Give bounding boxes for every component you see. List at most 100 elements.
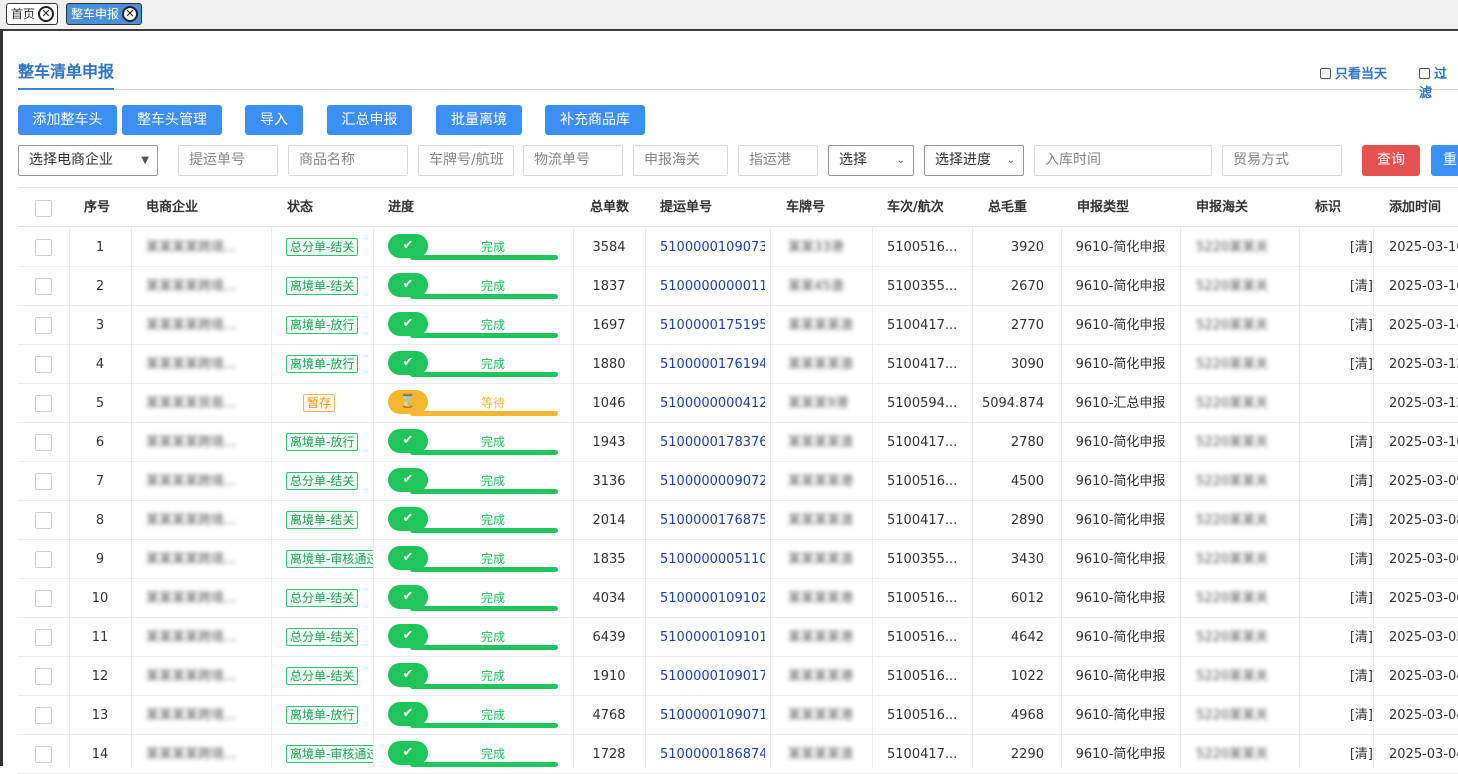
row-checkbox[interactable] <box>35 239 52 256</box>
table-row[interactable]: 3 某某某某跨境... 离境单-放行 ✔ 完成 1697 51000001751952 某某某… <box>18 306 1458 345</box>
generic-select-value: 选择 <box>839 152 867 168</box>
page-title: 整车清单申报 <box>18 62 115 81</box>
row-checkbox[interactable] <box>35 707 52 724</box>
bill-no-link[interactable]: 51000000004123 <box>660 384 765 423</box>
goods-name-input[interactable]: 商品名称 <box>288 145 408 176</box>
bill-no-link[interactable]: 51000001761942 <box>660 345 765 384</box>
row-checkbox[interactable] <box>35 395 52 412</box>
close-icon[interactable]: ✕ <box>38 6 55 22</box>
col-customs: 申报海关 <box>1196 200 1249 215</box>
progress-select[interactable]: 选择进度 ⌄ <box>924 145 1024 176</box>
status-badge: 离境单-放行 <box>286 706 359 724</box>
trade-mode-input[interactable]: 贸易方式 <box>1222 145 1342 176</box>
tab-vehicle-declaration[interactable]: 整车申报 ✕ <box>66 3 143 25</box>
bill-no-link[interactable]: 51000001768758 <box>660 501 765 540</box>
in-time-input[interactable]: 入库时间 <box>1034 145 1212 176</box>
table-row[interactable]: 6 某某某某跨境... 离境单-放行 ✔ 完成 1943 51000001783767 某某某… <box>18 423 1458 462</box>
plate-input[interactable]: 车牌号/航班 <box>418 145 514 176</box>
generic-select[interactable]: 选择 ⌄ <box>828 145 914 176</box>
progress-label: 完成 <box>480 669 505 683</box>
progress-label: 完成 <box>480 240 505 254</box>
table-row[interactable]: 5 某某某某贸易... 暂存 ⌛ 等待 1046 51000000004123 某某某9港 51… <box>18 384 1458 423</box>
bill-no-link[interactable]: 51000000000114 <box>660 267 765 306</box>
plate-number: 某某某某港 <box>788 474 854 489</box>
status-cell: 离境单-审核通过 <box>271 735 373 774</box>
table-row[interactable]: 14 某某某某跨境... 离境单-审核通过 ✔ 完成 1728 51000001868749… <box>18 735 1458 774</box>
row-checkbox[interactable] <box>35 551 52 568</box>
row-checkbox[interactable] <box>35 668 52 685</box>
customs-input[interactable]: 申报海关 <box>633 145 728 176</box>
close-icon[interactable]: ✕ <box>122 6 139 22</box>
row-checkbox[interactable] <box>35 317 52 334</box>
row-checkbox[interactable] <box>35 629 52 646</box>
bill-no-link[interactable]: 51000000051104 <box>660 540 765 579</box>
title-underline <box>18 88 114 90</box>
company-name: 某某某某贸易... <box>146 396 237 411</box>
gross-weight: 5094.874 <box>981 396 1044 411</box>
bill-no-link[interactable]: 51000001868749 <box>660 735 765 774</box>
row-checkbox[interactable] <box>35 356 52 373</box>
customs-name: 5220某某关 <box>1196 435 1269 450</box>
progress-label: 完成 <box>480 552 505 566</box>
table-row[interactable]: 10 某某某某跨境... 总分单-结关 ✔ 完成 4034 51000001091024 某某… <box>18 579 1458 618</box>
company-select-value: 选择电商企业 <box>29 152 113 168</box>
table-row[interactable]: 7 某某某某跨境... 总分单-结关 ✔ 完成 3136 51000000090720 某某某… <box>18 462 1458 501</box>
table-row[interactable]: 4 某某某某跨境... 离境单-放行 ✔ 完成 1880 51000001761942 某某某… <box>18 345 1458 384</box>
bill-no-link[interactable]: 51000001090717 <box>660 696 765 735</box>
only-today-checkbox[interactable]: 只看当天 <box>1320 63 1387 82</box>
total-count: 3584 <box>592 240 626 255</box>
row-checkbox[interactable] <box>35 590 52 607</box>
table-row[interactable]: 2 某某某某跨境... 离境单-结关 ✔ 完成 1837 51000000000114 某某4… <box>18 267 1458 306</box>
checkbox-icon[interactable] <box>1320 68 1331 79</box>
progress-cell: ✔ 完成 <box>388 306 568 345</box>
table-row[interactable]: 8 某某某某跨境... 离境单-结关 ✔ 完成 2014 51000001768758 某某某… <box>18 501 1458 540</box>
bill-no-link[interactable]: 51000001090175 <box>660 657 765 696</box>
row-checkbox[interactable] <box>35 746 52 763</box>
progress-cell: ✔ 完成 <box>388 540 568 579</box>
batch-exit-button[interactable]: 批量离境 <box>436 105 522 135</box>
bill-no-link[interactable]: 51000001091014 <box>660 618 765 657</box>
customs-name: 5220某某关 <box>1196 708 1269 723</box>
bill-no-link[interactable]: 51000000090720 <box>660 462 765 501</box>
progress-indicator: ✔ 完成 <box>388 624 558 652</box>
table-row[interactable]: 12 某某某某跨境... 总分单-结关 ✔ 完成 1910 51000001090175 某某… <box>18 657 1458 696</box>
mark-label: [清] <box>1349 435 1373 450</box>
tab-home[interactable]: 首页 ✕ <box>6 3 59 25</box>
gross-weight: 2890 <box>1010 513 1044 528</box>
customs-name: 5220某某关 <box>1196 396 1269 411</box>
import-button[interactable]: 导入 <box>245 105 303 135</box>
bill-no-link[interactable]: 51000001090733 <box>660 228 765 267</box>
status-badge: 总分单-结关 <box>286 589 359 607</box>
col-plate: 车牌号 <box>786 200 826 215</box>
bill-no-link[interactable]: 51000001751952 <box>660 306 765 345</box>
bill-no-link[interactable]: 51000001091024 <box>660 579 765 618</box>
table-row[interactable]: 9 某某某某跨境... 离境单-审核通过 ✔ 完成 1835 51000000051104 某… <box>18 540 1458 579</box>
reset-button[interactable]: 重 <box>1431 145 1458 176</box>
supplement-goods-button[interactable]: 补充商品库 <box>545 105 645 135</box>
checkbox-icon[interactable] <box>1419 68 1430 79</box>
table-row[interactable]: 11 某某某某跨境... 总分单-结关 ✔ 完成 6439 51000001091014 某某… <box>18 618 1458 657</box>
table-row[interactable]: 1 某某某某跨境... 总分单-结关 ✔ 完成 3584 51000001090733 某某3… <box>18 228 1458 267</box>
status-cell: 离境单-放行 <box>271 306 373 345</box>
gross-weight: 4642 <box>1010 630 1044 645</box>
row-checkbox[interactable] <box>35 434 52 451</box>
filter-checkbox[interactable]: 过滤 <box>1419 63 1458 101</box>
row-checkbox[interactable] <box>35 278 52 295</box>
vehicle-head-manage-button[interactable]: 整车头管理 <box>122 105 222 135</box>
row-checkbox[interactable] <box>35 473 52 490</box>
query-button[interactable]: 查询 <box>1362 145 1420 176</box>
logistics-no-input[interactable]: 物流单号 <box>523 145 623 176</box>
declare-type: 9610-简化申报 <box>1075 318 1166 333</box>
add-vehicle-head-button[interactable]: 添加整车头 <box>18 105 117 135</box>
bill-no-input[interactable]: 提运单号 <box>178 145 278 176</box>
port-input[interactable]: 指运港 <box>738 145 818 176</box>
company-select[interactable]: 选择电商企业 ▼ <box>18 145 158 176</box>
row-checkbox[interactable] <box>35 512 52 529</box>
add-time: 2025-03-05 <box>1389 630 1458 645</box>
bill-no-link[interactable]: 51000001783767 <box>660 423 765 462</box>
select-all-checkbox[interactable] <box>35 200 52 217</box>
total-count: 4034 <box>592 591 626 606</box>
summary-declare-button[interactable]: 汇总申报 <box>327 105 412 135</box>
trip-number: 5100594... <box>887 396 958 411</box>
table-row[interactable]: 13 某某某某跨境... 离境单-放行 ✔ 完成 4768 51000001090717 某某… <box>18 696 1458 735</box>
